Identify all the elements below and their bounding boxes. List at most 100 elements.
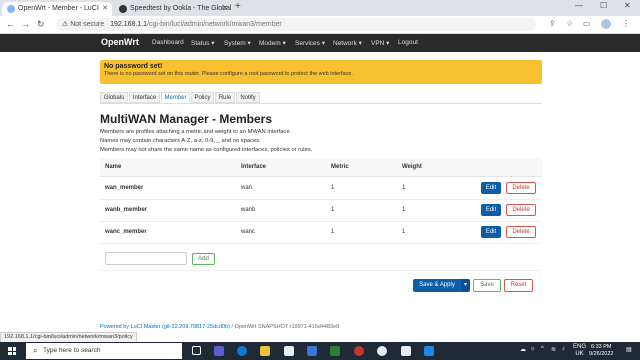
add-button[interactable]: Add xyxy=(192,253,215,265)
reset-button[interactable]: Reset xyxy=(504,279,533,292)
menu-logout[interactable]: Logout xyxy=(398,39,418,46)
table-row: wan_member wan 1 1 Edit Delete xyxy=(100,177,542,200)
member-name: wan_member xyxy=(105,185,144,191)
language: ENG xyxy=(573,344,587,350)
menu-services[interactable]: Services ▾ xyxy=(295,39,325,47)
file-explorer-icon[interactable] xyxy=(260,346,270,356)
edit-button[interactable]: Edit xyxy=(481,204,501,216)
tab-rule[interactable]: Rule xyxy=(215,92,235,103)
build-version: OpenWrt SNAPSHOT r19971-416d4483e8 xyxy=(234,324,340,330)
tray-chevron-icon[interactable]: ^ xyxy=(541,346,544,352)
tab-openwrt-member[interactable]: OpenWrt - Member - LuCI ✕ xyxy=(2,2,112,16)
tab-globals[interactable]: Globals xyxy=(100,92,128,103)
member-interface: wanc xyxy=(241,229,256,235)
wifi-icon[interactable]: ≋ xyxy=(551,346,556,353)
tab-policy[interactable]: Policy xyxy=(191,92,214,103)
bookmark-star-icon[interactable]: ☆ xyxy=(566,19,573,28)
mail-icon[interactable] xyxy=(307,346,317,356)
windows-start-icon[interactable] xyxy=(8,347,16,355)
new-tab-button[interactable]: + xyxy=(235,1,241,12)
tab-notify[interactable]: Notify xyxy=(236,92,260,103)
menu-dashboard[interactable]: Dashboard xyxy=(152,39,184,46)
divider xyxy=(100,103,542,104)
sidebar-icon[interactable]: ▭ xyxy=(583,19,591,28)
warning-title: No password set! xyxy=(104,63,163,70)
cloud-icon[interactable]: ☁ xyxy=(520,346,526,353)
store-icon[interactable] xyxy=(284,346,294,356)
col-metric: Metric xyxy=(331,164,349,170)
delete-button[interactable]: Delete xyxy=(506,204,536,216)
record-icon[interactable] xyxy=(354,346,364,356)
delete-button[interactable]: Delete xyxy=(506,182,536,194)
col-weight: Weight xyxy=(402,164,422,170)
openwrt-navbar: OpenWrt Dashboard Status ▾ System ▾ Mode… xyxy=(0,34,640,52)
menu-kebab-icon[interactable]: ⋮ xyxy=(622,19,630,28)
tab-interface[interactable]: Interface xyxy=(129,92,160,103)
chrome-icon[interactable] xyxy=(377,346,387,356)
clock[interactable]: 6:33 PM 9/26/2022 xyxy=(589,344,613,358)
app-icon[interactable] xyxy=(424,346,434,356)
luci-link[interactable]: Powered by LuCI Master (git-22.209.79817… xyxy=(100,324,230,330)
tab-member[interactable]: Member xyxy=(161,92,190,103)
teams-icon[interactable] xyxy=(214,346,224,356)
clock-date: 9/26/2022 xyxy=(589,351,614,357)
table-row: wanb_member wanb 1 1 Edit Delete xyxy=(100,199,542,222)
member-metric: 1 xyxy=(331,185,335,191)
edit-button[interactable]: Edit xyxy=(481,226,501,238)
url-field[interactable]: ⚠ Not secure 192.168.1.1/cgi-bin/luci/adm… xyxy=(56,18,536,31)
windows-taskbar: ⌕ Type here to search ☁ ☼ ^ ≋ ♪ ENG UK 6:… xyxy=(0,342,640,360)
member-weight: 1 xyxy=(402,207,406,213)
member-interface: wan xyxy=(241,185,253,191)
edge-icon[interactable] xyxy=(237,346,247,356)
language-indicator[interactable]: ENG UK xyxy=(573,344,586,358)
description-line: Members are profiles attaching a metric … xyxy=(100,129,292,135)
close-window-icon[interactable]: ✕ xyxy=(624,1,631,10)
back-icon[interactable]: ← xyxy=(6,19,15,29)
tab-speedtest[interactable]: Speedtest by Ookla - The Global ✕ xyxy=(114,2,232,16)
profile-avatar[interactable] xyxy=(601,19,611,29)
edit-button[interactable]: Edit xyxy=(481,182,501,194)
task-view-icon[interactable] xyxy=(192,346,201,355)
close-icon[interactable]: ✕ xyxy=(222,2,228,16)
warning-icon: ⚠ xyxy=(62,21,71,28)
menu-vpn[interactable]: VPN ▾ xyxy=(371,39,389,47)
member-metric: 1 xyxy=(331,207,335,213)
url-path: /cgi-bin/luci/admin/network/mwan3/member xyxy=(147,21,282,28)
page-title: MultiWAN Manager - Members xyxy=(100,112,273,126)
url-host: 192.168.1.1 xyxy=(110,21,148,28)
col-name: Name xyxy=(105,164,122,170)
save-apply-dropdown-toggle[interactable]: ▾ xyxy=(461,279,470,292)
brand-logo[interactable]: OpenWrt xyxy=(101,37,139,47)
taskbar-search-box[interactable]: ⌕ Type here to search xyxy=(26,343,182,359)
globe-icon xyxy=(7,5,15,13)
new-member-name-input[interactable] xyxy=(105,252,187,265)
volume-icon[interactable]: ♪ xyxy=(562,346,565,352)
member-weight: 1 xyxy=(402,229,406,235)
delete-button[interactable]: Delete xyxy=(506,226,536,238)
menu-network[interactable]: Network ▾ xyxy=(333,39,362,47)
tab-title: OpenWrt - Member - LuCI xyxy=(18,5,99,12)
page-footer: Powered by LuCI Master (git-22.209.79817… xyxy=(100,324,339,330)
reload-icon[interactable]: ↻ xyxy=(37,19,45,30)
region: UK xyxy=(575,351,584,357)
save-apply-button[interactable]: Save & Apply xyxy=(413,279,461,292)
forward-icon[interactable]: → xyxy=(21,19,30,29)
table-row: wanc_member wanc 1 1 Edit Delete xyxy=(100,221,542,244)
speedtest-icon xyxy=(119,5,127,13)
close-icon[interactable]: ✕ xyxy=(102,2,108,16)
clock-time: 6:33 PM xyxy=(590,344,612,350)
minimize-icon[interactable]: — xyxy=(575,1,583,10)
not-secure-label: Not secure xyxy=(70,21,105,28)
save-button[interactable]: Save xyxy=(473,279,501,292)
maximize-icon[interactable]: ☐ xyxy=(600,1,607,10)
menu-status[interactable]: Status ▾ xyxy=(191,39,215,47)
notifications-icon[interactable]: ▤ xyxy=(626,346,632,353)
share-icon[interactable]: ⇪ xyxy=(549,19,556,28)
excel-icon[interactable] xyxy=(330,346,340,356)
weather-icon[interactable]: ☼ xyxy=(530,346,536,352)
menu-system[interactable]: System ▾ xyxy=(224,39,251,47)
table-header: Name Interface Metric Weight xyxy=(100,158,542,177)
app-icon[interactable] xyxy=(401,346,411,356)
menu-modem[interactable]: Modem ▾ xyxy=(259,39,286,47)
address-bar-row: ← → ↻ ⚠ Not secure 192.168.1.1/cgi-bin/lu… xyxy=(0,16,640,34)
